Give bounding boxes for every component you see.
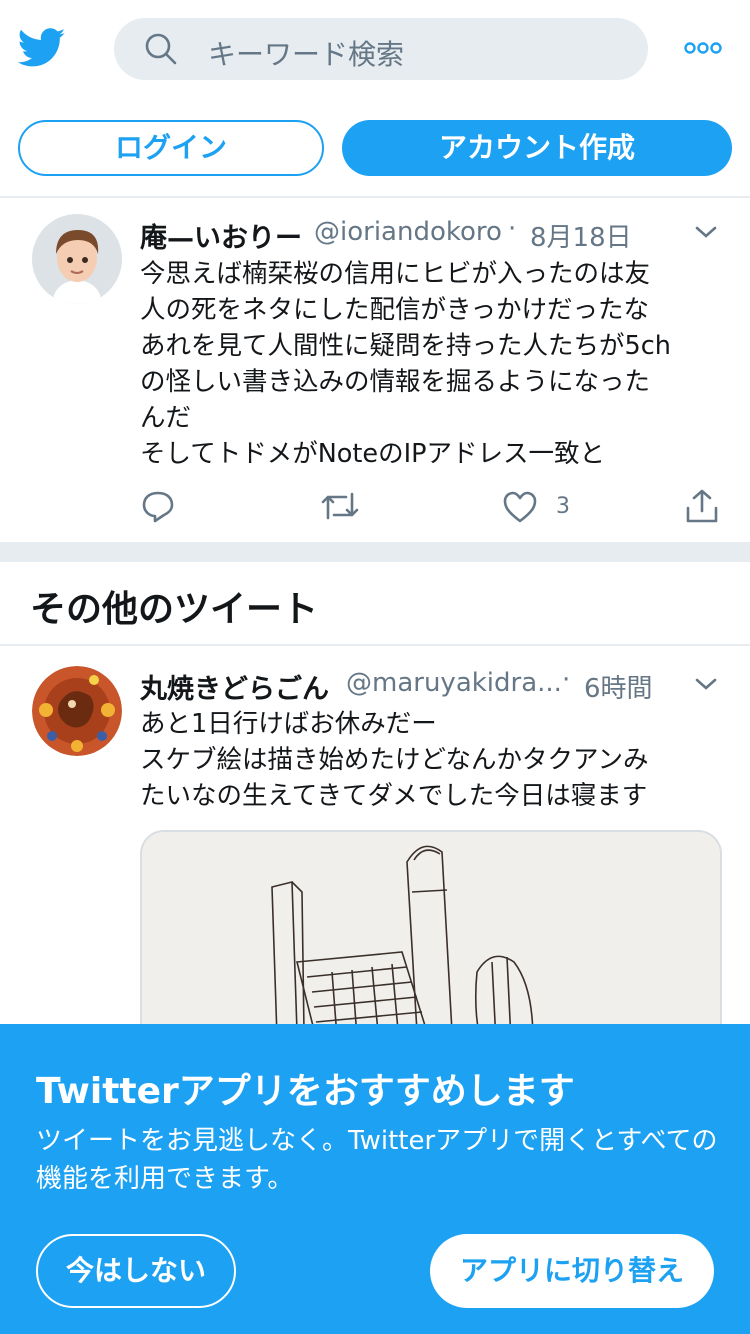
twitter-logo-icon[interactable]	[17, 28, 66, 68]
author-handle[interactable]: @ioriandokoro	[314, 217, 502, 247]
tweet-line: 今思えば楠栞桜の信用にヒビが入ったのは友	[140, 259, 651, 289]
tweet-line: あと1日行けばお休みだー	[140, 709, 437, 739]
more-icon[interactable]	[684, 40, 722, 56]
tweet-text: 今思えば楠栞桜の信用にヒビが入ったのは友 人の死をネタにした配信がきっかけだった…	[140, 256, 725, 472]
tweet-line: スケブ絵は描き始めたけどなんかタクアンみ	[140, 745, 649, 775]
reply-icon[interactable]	[140, 488, 176, 528]
avatar[interactable]	[32, 214, 122, 304]
section-separator	[0, 542, 750, 562]
login-button[interactable]: ログイン	[18, 120, 324, 176]
separator-dot: ·	[508, 214, 517, 244]
tweet-line: たいなの生えてきてダメでした今日は寝ます	[140, 781, 648, 811]
tweet-time[interactable]: 6時間	[584, 668, 653, 705]
section-divider	[0, 644, 750, 646]
app-promo-banner: Twitterアプリをおすすめします ツイートをお見逃しなく。Twitterアプ…	[0, 1024, 750, 1334]
tweet-text: あと1日行けばお休みだー スケブ絵は描き始めたけどなんかタクアンみ たいなの生え…	[140, 706, 725, 814]
like-icon[interactable]	[502, 490, 538, 528]
author-name[interactable]: 庵—いおりー	[140, 216, 302, 255]
search-input[interactable]: キーワード検索	[208, 33, 404, 73]
tweet-line: そしてトドメがNoteのIPアドレス一致と	[140, 439, 605, 469]
avatar[interactable]	[32, 666, 122, 756]
separator-dot: ·	[562, 665, 571, 695]
signup-button[interactable]: アカウント作成	[342, 120, 732, 176]
tweet-line: あれを見て人間性に疑問を持った人たちが5ch	[140, 331, 671, 361]
author-name[interactable]: 丸焼きどらごん	[140, 667, 329, 706]
tweet-line: 人の死をネタにした配信がきっかけだったな	[140, 295, 649, 325]
tweet-line: の怪しい書き込みの情報を掘るようになった	[140, 367, 651, 397]
header-divider	[0, 196, 750, 198]
not-now-button[interactable]: 今はしない	[36, 1234, 236, 1308]
section-title: その他のツイート	[30, 589, 319, 630]
chevron-down-icon[interactable]	[694, 676, 718, 696]
banner-text: ツイートをお見逃しなく。Twitterアプリで開くとすべての機能を利用できます。	[36, 1126, 718, 1194]
author-handle[interactable]: @maruyakidra...	[346, 668, 562, 698]
tweet-time[interactable]: 8月18日	[530, 217, 632, 254]
open-app-button[interactable]: アプリに切り替え	[430, 1234, 714, 1308]
search-icon	[144, 32, 178, 66]
share-icon[interactable]	[684, 488, 720, 528]
like-count: 3	[556, 494, 570, 519]
chevron-down-icon[interactable]	[694, 224, 718, 244]
search-bar[interactable]: キーワード検索	[114, 18, 648, 80]
retweet-icon[interactable]	[320, 488, 360, 528]
tweet-line: んだ	[140, 403, 192, 433]
banner-title: Twitterアプリをおすすめします	[36, 1071, 575, 1112]
